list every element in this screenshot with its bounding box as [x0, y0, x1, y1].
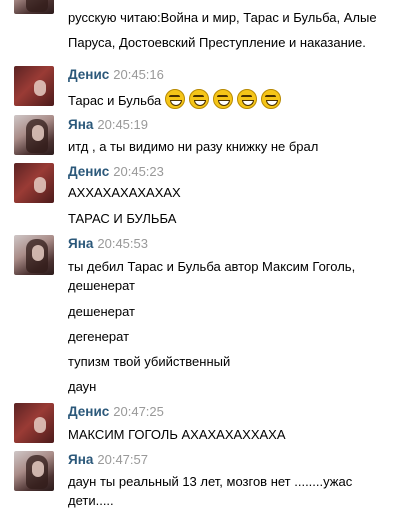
message-text: дегенерат	[68, 329, 130, 344]
message-text: ТАРАС И БУЛЬБА	[68, 211, 177, 226]
sender-name[interactable]: Яна 20:45:53	[68, 236, 148, 251]
message-time: 20:45:53	[97, 236, 148, 251]
avatar[interactable]	[14, 451, 54, 491]
sender-name[interactable]: Денис 20:45:23	[68, 164, 164, 179]
message-time: 20:45:23	[113, 164, 164, 179]
message-text: даун ты реальный 13 лет, мозгов нет ....…	[68, 474, 353, 489]
message-text: итд , а ты видимо ни разу книжку не брал	[68, 139, 319, 154]
message-text: дешенерат	[68, 278, 136, 293]
message-time: 20:47:25	[113, 404, 164, 419]
sender-name[interactable]: Денис 20:45:16	[68, 67, 164, 82]
avatar[interactable]	[14, 235, 54, 275]
avatar[interactable]	[14, 115, 54, 155]
sender-name[interactable]: Яна 20:47:57	[68, 452, 148, 467]
avatar[interactable]	[14, 163, 54, 203]
message-text: Тарас и Бульба	[68, 89, 282, 110]
grin-emoji	[261, 89, 282, 109]
avatar[interactable]	[14, 403, 54, 443]
message-text: дешенерат	[68, 304, 136, 319]
message-text: ты дебил Тарас и Бульба автор Максим Гог…	[68, 259, 356, 274]
message-time: 20:45:16	[113, 67, 164, 82]
avatar[interactable]	[14, 0, 54, 14]
avatar[interactable]	[14, 66, 54, 106]
grin-emoji	[189, 89, 210, 109]
message-text: дети.....	[68, 493, 114, 508]
message-text: Паруса, Достоевский Преступление и наказ…	[68, 35, 366, 50]
message-text: тупизм твой убийственный	[68, 354, 231, 369]
message-text: даун	[68, 379, 97, 394]
message-text: русскую читаю:Война и мир, Тарас и Бульб…	[68, 10, 377, 25]
grin-emoji	[237, 89, 258, 109]
grin-emoji	[165, 89, 186, 109]
sender-name[interactable]: Яна 20:45:19	[68, 117, 148, 132]
sender-name[interactable]: Денис 20:47:25	[68, 404, 164, 419]
message-text: АХХАХАХАХАХАХ	[68, 185, 181, 200]
message-time: 20:47:57	[97, 452, 148, 467]
message-text: МАКСИМ ГОГОЛЬ АХАХАХАХХАХА	[68, 427, 286, 442]
chat-history: русскую читаю:Война и мир, Тарас и Бульб…	[0, 0, 420, 528]
grin-emoji	[213, 89, 234, 109]
message-time: 20:45:19	[97, 117, 148, 132]
